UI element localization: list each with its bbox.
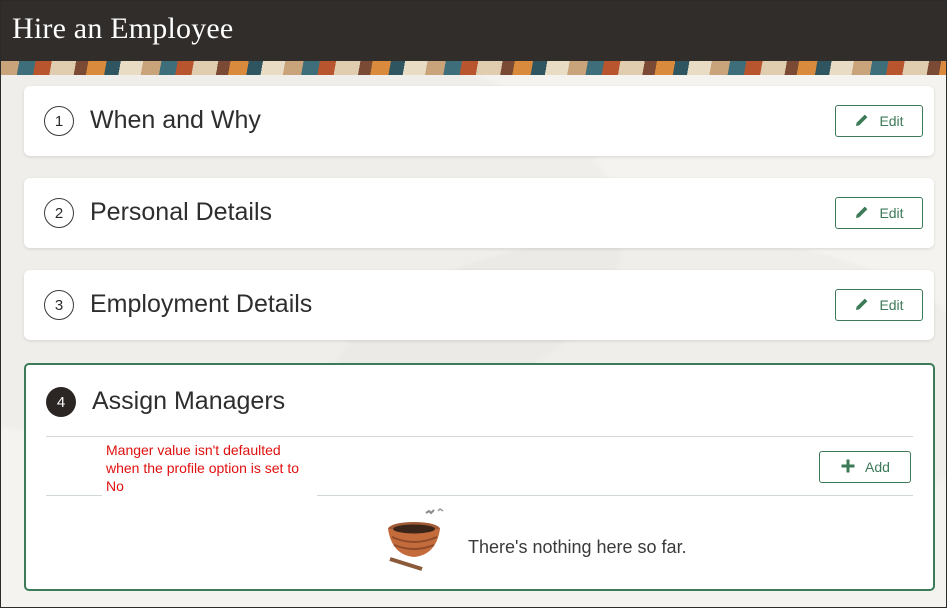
step-title: When and Why [90,106,261,134]
step-number-active: 4 [46,387,76,417]
annotation-note: Manger value isn't defaulted when the pr… [102,441,317,501]
step-title: Assign Managers [92,387,286,415]
edit-button[interactable]: Edit [835,289,923,321]
decorative-banner [1,61,946,75]
pencil-icon [854,204,870,223]
empty-message: There's nothing here so far. [468,537,687,557]
step-card-employment-details[interactable]: 3 Employment Details Edit [24,270,934,340]
plus-icon [840,458,856,477]
step-number: 1 [44,106,74,136]
empty-state: There's nothing here so far. [382,507,702,571]
pencil-icon [854,296,870,315]
add-button-label: Add [865,459,890,475]
step-title: Personal Details [90,198,273,226]
step-number: 2 [44,198,74,228]
edit-button-label: Edit [879,205,904,221]
step-card-personal-details[interactable]: 2 Personal Details Edit [24,178,934,248]
nest-illustration [388,508,444,571]
step-number: 3 [44,290,74,320]
step-card-assign-managers: 4 Assign Managers Manger value isn't def… [24,363,935,591]
main-content: 1 When and Why Edit 2 Personal Details E… [1,75,946,607]
page-title: Hire an Employee [12,12,234,45]
pencil-icon [854,112,870,131]
page-header: Hire an Employee [1,1,946,61]
edit-button-label: Edit [879,297,904,313]
step-title: Employment Details [90,290,313,318]
edit-button[interactable]: Edit [835,197,923,229]
add-manager-button[interactable]: Add [819,451,911,483]
edit-button[interactable]: Edit [835,105,923,137]
step-card-when-and-why[interactable]: 1 When and Why Edit [24,86,934,156]
divider [46,436,913,437]
edit-button-label: Edit [879,113,904,129]
